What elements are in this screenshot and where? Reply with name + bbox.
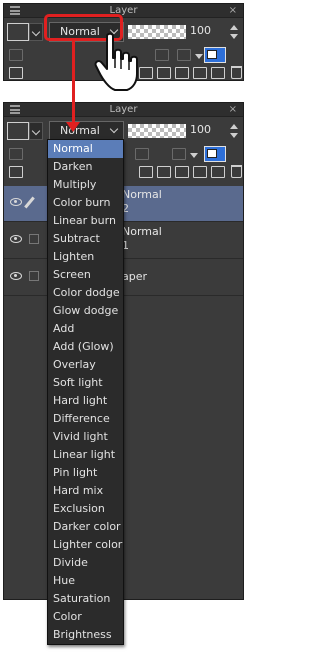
clip-icon[interactable]: [9, 148, 23, 160]
draft-icon[interactable]: [172, 148, 186, 160]
blend-option[interactable]: Color dodge: [48, 284, 123, 302]
panel-titlebar: Layer ×: [4, 4, 243, 18]
opacity-value[interactable]: 100: [190, 24, 211, 37]
layer-name: 2: [122, 202, 129, 215]
blend-option[interactable]: Linear burn: [48, 212, 123, 230]
blend-option[interactable]: Linear light: [48, 446, 123, 464]
pen-icon[interactable]: [24, 196, 35, 209]
blend-option[interactable]: Soft light: [48, 374, 123, 392]
draft-icon[interactable]: [177, 49, 191, 61]
spin-down-icon[interactable]: [230, 133, 238, 138]
new-folder-icon[interactable]: [175, 67, 189, 79]
properties-icon[interactable]: [9, 166, 23, 178]
trash-icon[interactable]: [231, 66, 242, 79]
opacity-spinner[interactable]: [229, 22, 241, 42]
clip-icon[interactable]: [9, 49, 23, 61]
copy-layer-icon[interactable]: [211, 166, 225, 178]
layer-name: 1: [122, 239, 129, 252]
blend-option[interactable]: Lighter color: [48, 536, 123, 554]
new-folder-icon[interactable]: [175, 166, 189, 178]
eye-icon[interactable]: [10, 235, 22, 243]
layer-blend: Normal: [122, 188, 162, 201]
blend-mode-select[interactable]: Normal: [49, 121, 124, 141]
blend-option[interactable]: Darker color: [48, 518, 123, 536]
blend-option[interactable]: Hue: [48, 572, 123, 590]
opacity-slider[interactable]: [128, 124, 186, 138]
blend-option[interactable]: Darken: [48, 158, 123, 176]
merge-icon[interactable]: [193, 67, 207, 79]
blend-option[interactable]: Pin light: [48, 464, 123, 482]
chevron-down-icon[interactable]: [195, 54, 203, 59]
chevron-down-icon: [31, 27, 41, 37]
chevron-down-icon: [109, 124, 119, 134]
chevron-down-icon: [31, 126, 41, 136]
trash-icon[interactable]: [231, 165, 242, 178]
new-layer-icon[interactable]: [139, 166, 153, 178]
blend-mode-dropdown: Normal Darken Multiply Color burn Linear bur…: [47, 139, 124, 645]
arrow-annotation: [72, 41, 75, 125]
arrow-head-annotation: [66, 122, 80, 132]
edit-target-checkbox[interactable]: [29, 271, 39, 281]
blend-option[interactable]: Difference: [48, 410, 123, 428]
chevron-down-icon[interactable]: [190, 153, 198, 158]
panel-titlebar: Layer ×: [4, 103, 243, 117]
layer-name: aper: [122, 270, 148, 283]
blend-option[interactable]: Overlay: [48, 356, 123, 374]
properties-icon[interactable]: [9, 67, 23, 79]
blend-option[interactable]: Subtract: [48, 230, 123, 248]
blend-option[interactable]: Vivid light: [48, 428, 123, 446]
spin-up-icon[interactable]: [230, 25, 238, 30]
blend-option[interactable]: Brightness: [48, 626, 123, 644]
spin-down-icon[interactable]: [230, 34, 238, 39]
blend-option[interactable]: Glow dodge: [48, 302, 123, 320]
blend-option[interactable]: Multiply: [48, 176, 123, 194]
blend-option[interactable]: Normal: [48, 140, 123, 158]
blend-option[interactable]: Lighten: [48, 248, 123, 266]
blend-option[interactable]: Exclusion: [48, 500, 123, 518]
eye-icon[interactable]: [10, 272, 22, 280]
close-icon[interactable]: ×: [229, 103, 237, 117]
blend-option[interactable]: Screen: [48, 266, 123, 284]
reference-icon[interactable]: [135, 148, 149, 160]
blend-option[interactable]: Hard light: [48, 392, 123, 410]
blend-option[interactable]: Color burn: [48, 194, 123, 212]
panel-title: Layer: [109, 5, 138, 16]
blend-option[interactable]: Color: [48, 608, 123, 626]
swatch-dropdown[interactable]: [29, 23, 43, 41]
layer-blend: Normal: [122, 225, 162, 238]
edit-target-checkbox[interactable]: [29, 234, 39, 244]
layer-color-swatch[interactable]: [7, 23, 29, 41]
reference-icon[interactable]: [155, 49, 169, 61]
eye-icon[interactable]: [10, 198, 22, 206]
layer-color-icon[interactable]: [204, 146, 226, 162]
blend-option[interactable]: Saturation: [48, 590, 123, 608]
opacity-spinner[interactable]: [229, 121, 241, 141]
spin-up-icon[interactable]: [230, 124, 238, 129]
layer-color-icon[interactable]: [204, 47, 226, 63]
new-vector-icon[interactable]: [157, 67, 171, 79]
layer-color-swatch[interactable]: [7, 122, 29, 140]
opacity-value[interactable]: 100: [190, 123, 211, 136]
new-vector-icon[interactable]: [157, 166, 171, 178]
swatch-dropdown[interactable]: [29, 122, 43, 140]
pointer-hand-cursor-icon: [94, 32, 138, 91]
close-icon[interactable]: ×: [229, 4, 237, 18]
blend-option[interactable]: Hard mix: [48, 482, 123, 500]
merge-icon[interactable]: [193, 166, 207, 178]
panel-title: Layer: [109, 104, 138, 115]
blend-option[interactable]: Add: [48, 320, 123, 338]
blend-option[interactable]: Add (Glow): [48, 338, 123, 356]
blend-option[interactable]: Divide: [48, 554, 123, 572]
copy-layer-icon[interactable]: [211, 67, 225, 79]
